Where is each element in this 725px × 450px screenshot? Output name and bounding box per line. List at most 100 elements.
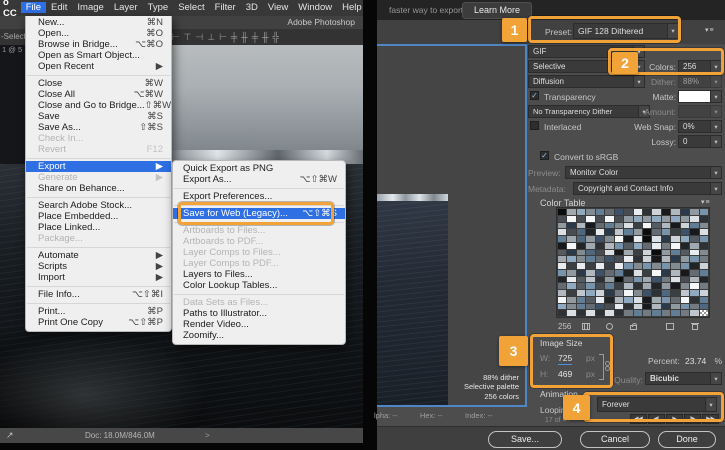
color-swatch[interactable]	[596, 236, 604, 242]
color-swatch[interactable]	[624, 277, 632, 283]
color-swatch[interactable]	[652, 304, 660, 310]
color-swatch[interactable]	[681, 236, 689, 242]
align-icon[interactable]: ╫	[262, 29, 268, 45]
color-swatch[interactable]	[586, 290, 594, 296]
interlaced-checkbox[interactable]	[530, 121, 539, 130]
color-swatch[interactable]	[577, 310, 585, 316]
color-swatch[interactable]	[615, 216, 623, 222]
color-swatch[interactable]	[596, 216, 604, 222]
color-swatch[interactable]	[586, 304, 594, 310]
align-icon[interactable]: ╬	[272, 29, 278, 45]
color-swatch[interactable]	[567, 263, 575, 269]
color-swatch[interactable]	[671, 209, 679, 215]
color-swatch[interactable]	[558, 216, 566, 222]
color-swatch[interactable]	[662, 263, 670, 269]
color-swatch[interactable]	[624, 209, 632, 215]
menu-item-render-video[interactable]: Render Video...	[173, 319, 345, 330]
menubar-item-view[interactable]: View	[263, 2, 293, 13]
color-swatch[interactable]	[558, 256, 566, 262]
color-swatch[interactable]	[690, 277, 698, 283]
color-swatch[interactable]	[681, 277, 689, 283]
menu-item-search-adobe-stock[interactable]: Search Adobe Stock...	[26, 200, 171, 211]
color-swatch[interactable]	[596, 250, 604, 256]
color-swatch[interactable]	[681, 290, 689, 296]
color-swatch[interactable]	[643, 250, 651, 256]
color-swatch[interactable]	[577, 297, 585, 303]
menubar-item-select[interactable]: Select	[173, 2, 209, 13]
menu-item-open-recent[interactable]: Open Recent▶	[26, 61, 171, 72]
color-swatch[interactable]	[567, 236, 575, 242]
color-swatch[interactable]	[624, 256, 632, 262]
color-swatch[interactable]	[634, 256, 642, 262]
color-swatch[interactable]	[605, 310, 613, 316]
color-swatch[interactable]	[605, 277, 613, 283]
color-swatch[interactable]	[681, 216, 689, 222]
color-swatch[interactable]	[596, 290, 604, 296]
color-swatch[interactable]	[662, 229, 670, 235]
color-swatch[interactable]	[605, 304, 613, 310]
color-swatch[interactable]	[605, 243, 613, 249]
color-swatch[interactable]	[615, 209, 623, 215]
color-swatch[interactable]	[671, 250, 679, 256]
color-swatch[interactable]	[586, 263, 594, 269]
menubar-item-window[interactable]: Window	[293, 2, 337, 13]
color-swatch[interactable]	[634, 290, 642, 296]
align-icon[interactable]: ⊢	[219, 29, 227, 45]
color-swatch[interactable]	[652, 223, 660, 229]
color-swatch[interactable]	[577, 277, 585, 283]
color-swatch[interactable]	[596, 304, 604, 310]
color-swatch[interactable]	[567, 290, 575, 296]
color-swatch[interactable]	[605, 283, 613, 289]
color-swatch[interactable]	[624, 263, 632, 269]
color-swatch[interactable]	[615, 256, 623, 262]
color-swatch[interactable]	[558, 209, 566, 215]
color-swatch[interactable]	[615, 297, 623, 303]
color-swatch[interactable]	[615, 277, 623, 283]
color-swatch[interactable]	[690, 216, 698, 222]
color-swatch[interactable]	[634, 216, 642, 222]
color-swatch[interactable]	[662, 297, 670, 303]
menubar-item-layer[interactable]: Layer	[109, 2, 143, 13]
menu-item-close-and-go-to-bridge[interactable]: Close and Go to Bridge...⇧⌘W	[26, 100, 171, 111]
menu-item-print-one-copy[interactable]: Print One Copy⌥⇧⌘P	[26, 317, 171, 328]
color-swatch[interactable]	[586, 209, 594, 215]
color-swatch[interactable]	[596, 209, 604, 215]
color-swatch[interactable]	[567, 277, 575, 283]
color-swatch[interactable]	[596, 243, 604, 249]
color-swatch[interactable]	[652, 270, 660, 276]
color-swatch[interactable]	[690, 270, 698, 276]
color-swatch[interactable]	[662, 304, 670, 310]
menu-item-save-as[interactable]: Save As...⇧⌘S	[26, 122, 171, 133]
align-icon[interactable]: ╪	[252, 29, 258, 45]
color-swatch[interactable]	[690, 243, 698, 249]
color-swatch[interactable]	[615, 243, 623, 249]
percent-field[interactable]: 23.74	[685, 356, 706, 366]
color-swatch[interactable]	[681, 229, 689, 235]
learn-more-button[interactable]: Learn More	[462, 2, 532, 19]
color-swatch[interactable]	[586, 223, 594, 229]
color-swatch[interactable]	[577, 304, 585, 310]
color-swatch[interactable]	[700, 223, 708, 229]
menu-item-place-linked[interactable]: Place Linked...	[26, 222, 171, 233]
color-swatch[interactable]	[643, 290, 651, 296]
color-swatch[interactable]	[605, 256, 613, 262]
color-swatch[interactable]	[681, 256, 689, 262]
color-swatch[interactable]	[558, 263, 566, 269]
color-swatch[interactable]	[681, 263, 689, 269]
color-swatch[interactable]	[690, 223, 698, 229]
color-swatch[interactable]	[615, 283, 623, 289]
color-swatch[interactable]	[643, 256, 651, 262]
matte-dropdown[interactable]: ▾	[678, 90, 722, 103]
color-swatch[interactable]	[700, 250, 708, 256]
color-swatch[interactable]	[586, 243, 594, 249]
color-swatch[interactable]	[577, 263, 585, 269]
menu-item-close[interactable]: Close⌘W	[26, 78, 171, 89]
color-swatch[interactable]	[624, 304, 632, 310]
color-swatch[interactable]	[605, 270, 613, 276]
color-swatch[interactable]	[596, 283, 604, 289]
color-swatch[interactable]	[690, 229, 698, 235]
color-swatch[interactable]	[577, 216, 585, 222]
save-button[interactable]: Save...	[488, 431, 562, 448]
color-swatch[interactable]	[681, 250, 689, 256]
color-swatch[interactable]	[586, 216, 594, 222]
